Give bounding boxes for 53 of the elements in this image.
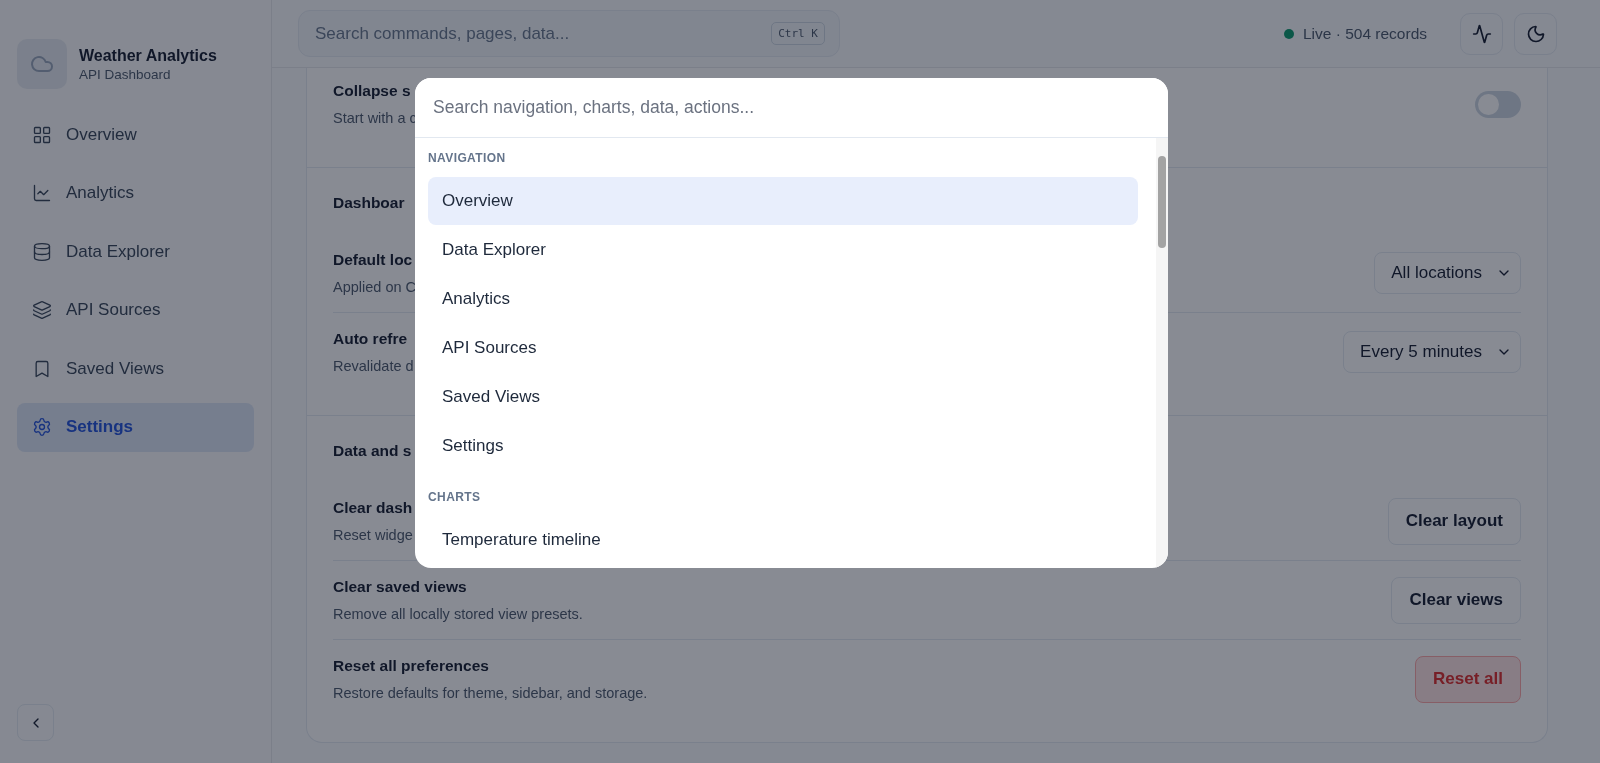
sidebar-item[interactable]: Saved Views <box>17 344 254 393</box>
sidebar-item[interactable]: Data Explorer <box>17 227 254 276</box>
search-bar[interactable]: Search commands, pages, data... Ctrl K <box>298 10 840 57</box>
command-item[interactable]: Saved Views <box>428 373 1138 421</box>
sidebar-item[interactable]: Overview <box>17 110 254 159</box>
layers-icon <box>32 300 52 320</box>
setting-description: Remove all locally stored view presets. <box>333 605 583 624</box>
line-chart-icon <box>32 183 52 203</box>
settings-icon <box>32 417 52 437</box>
setting-description: Applied on C <box>333 278 417 297</box>
toggle-switch[interactable] <box>1475 90 1521 118</box>
command-item[interactable]: Temperature timeline <box>428 516 1138 564</box>
sidebar-item[interactable]: API Sources <box>17 285 254 335</box>
sidebar-item[interactable]: Settings <box>17 402 254 452</box>
group-heading: NAVIGATION <box>428 150 507 167</box>
sidebar-item[interactable]: Analytics <box>17 168 254 218</box>
command-search-field[interactable]: Search navigation, charts, data, actions... <box>415 78 1168 138</box>
reset-button[interactable]: Reset all <box>1415 655 1521 703</box>
group-heading: CHARTS <box>428 489 482 506</box>
pulse-icon <box>1471 23 1492 44</box>
activity-button[interactable] <box>1460 12 1503 55</box>
command-item[interactable]: Settings <box>428 422 1138 470</box>
section-title: Data and s <box>333 441 412 461</box>
command-item[interactable]: Data Explorer <box>428 226 1138 274</box>
section-title: Dashboar <box>333 193 405 213</box>
setting-description: Restore defaults for theme, sidebar, and storage. <box>333 684 648 703</box>
app-subtitle: API Dashboard <box>79 66 172 82</box>
search-input[interactable]: Search commands, pages, data... <box>313 22 772 45</box>
command-item[interactable]: Analytics <box>428 275 1138 323</box>
setting-title: Default loc <box>333 250 413 270</box>
setting-title: Clear dash <box>333 498 413 518</box>
shortcut-hint: Ctrl K <box>771 22 825 45</box>
clear-button[interactable]: Clear layout <box>1387 497 1521 545</box>
select-dropdown[interactable]: Every 5 minutes <box>1343 331 1521 373</box>
scrollbar[interactable] <box>1156 138 1168 568</box>
collapse-sidebar-button[interactable] <box>17 704 54 741</box>
setting-title: Clear saved views <box>333 577 467 597</box>
dark-mode-button[interactable] <box>1514 12 1557 55</box>
grid-icon <box>32 124 52 145</box>
setting-description: Revalidate d <box>333 357 414 376</box>
setting-description: Reset widge <box>333 526 413 545</box>
app-title: Weather Analytics <box>79 46 217 65</box>
command-item[interactable]: API Sources <box>428 324 1138 372</box>
setting-title: Reset all preferences <box>333 656 489 676</box>
command-item[interactable]: Overview <box>428 177 1138 225</box>
setting-title: Auto refre <box>333 329 408 349</box>
setting-title: Collapse s <box>333 81 411 101</box>
logo-icon <box>17 39 67 89</box>
database-icon <box>32 241 52 262</box>
status-text: Live · 504 records <box>1302 24 1427 43</box>
clear-button[interactable]: Clear views <box>1391 576 1521 624</box>
moon-icon <box>1525 23 1546 44</box>
select-dropdown[interactable]: All locations <box>1374 252 1521 294</box>
